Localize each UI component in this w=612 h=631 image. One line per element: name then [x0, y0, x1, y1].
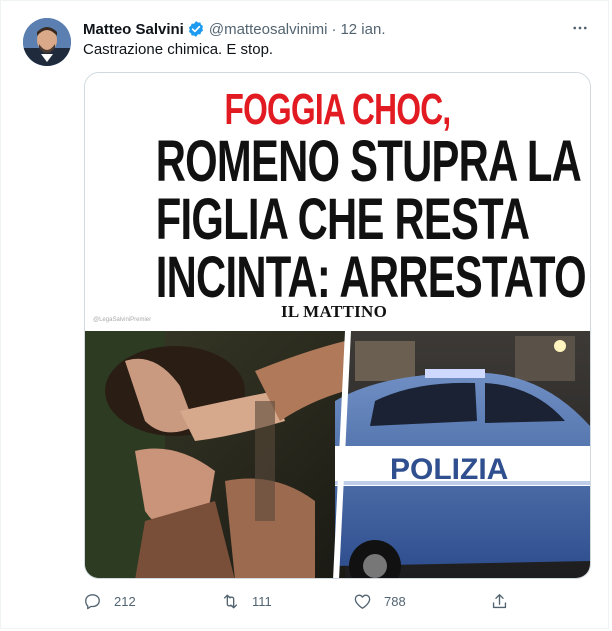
news-photo: POLIZIA: [85, 331, 590, 578]
watermark: @LegaSalviniPremier: [93, 317, 152, 323]
tweet-actions: 212 111 788: [83, 589, 513, 613]
tweet-text: Castrazione chimica. E stop.: [83, 41, 274, 58]
like-count: 788: [384, 593, 406, 609]
reply-count: 212: [114, 593, 136, 609]
like-button[interactable]: 788: [353, 589, 406, 613]
headline-panel: FOGGIA CHOC, ROMENO STUPRA LA FIGLIA CHE…: [85, 73, 590, 333]
il-mattino-logo: IL MATTINO: [281, 302, 388, 321]
share-icon: [492, 593, 507, 608]
headline-line: FIGLIA CHE RESTA: [155, 187, 530, 252]
author-name[interactable]: Matteo Salvini: [83, 21, 184, 38]
reply-icon: [85, 593, 100, 609]
heart-icon: [354, 593, 371, 609]
more-dots-icon[interactable]: [569, 17, 591, 39]
tweet-date[interactable]: 12 ian.: [340, 21, 385, 38]
avatar[interactable]: [23, 18, 71, 66]
tweet-image[interactable]: FOGGIA CHOC, ROMENO STUPRA LA FIGLIA CHE…: [84, 72, 591, 579]
retweet-icon: [223, 593, 238, 609]
headline-line: INCINTA: ARRESTATO: [155, 245, 587, 310]
headline-line: ROMENO STUPRA LA: [155, 129, 582, 194]
retweet-count: 111: [252, 593, 272, 609]
tweet-header: Matteo Salvini @matteosalvinimi · 12 ian…: [83, 19, 386, 39]
retweet-button[interactable]: 111: [221, 589, 272, 613]
author-handle[interactable]: @matteosalvinimi: [209, 21, 328, 38]
header-separator: ·: [331, 20, 337, 38]
verified-badge-icon: [188, 21, 203, 37]
tweet-card[interactable]: Matteo Salvini @matteosalvinimi · 12 ian…: [0, 0, 609, 629]
share-button[interactable]: [490, 589, 521, 613]
reply-button[interactable]: 212: [83, 589, 136, 613]
